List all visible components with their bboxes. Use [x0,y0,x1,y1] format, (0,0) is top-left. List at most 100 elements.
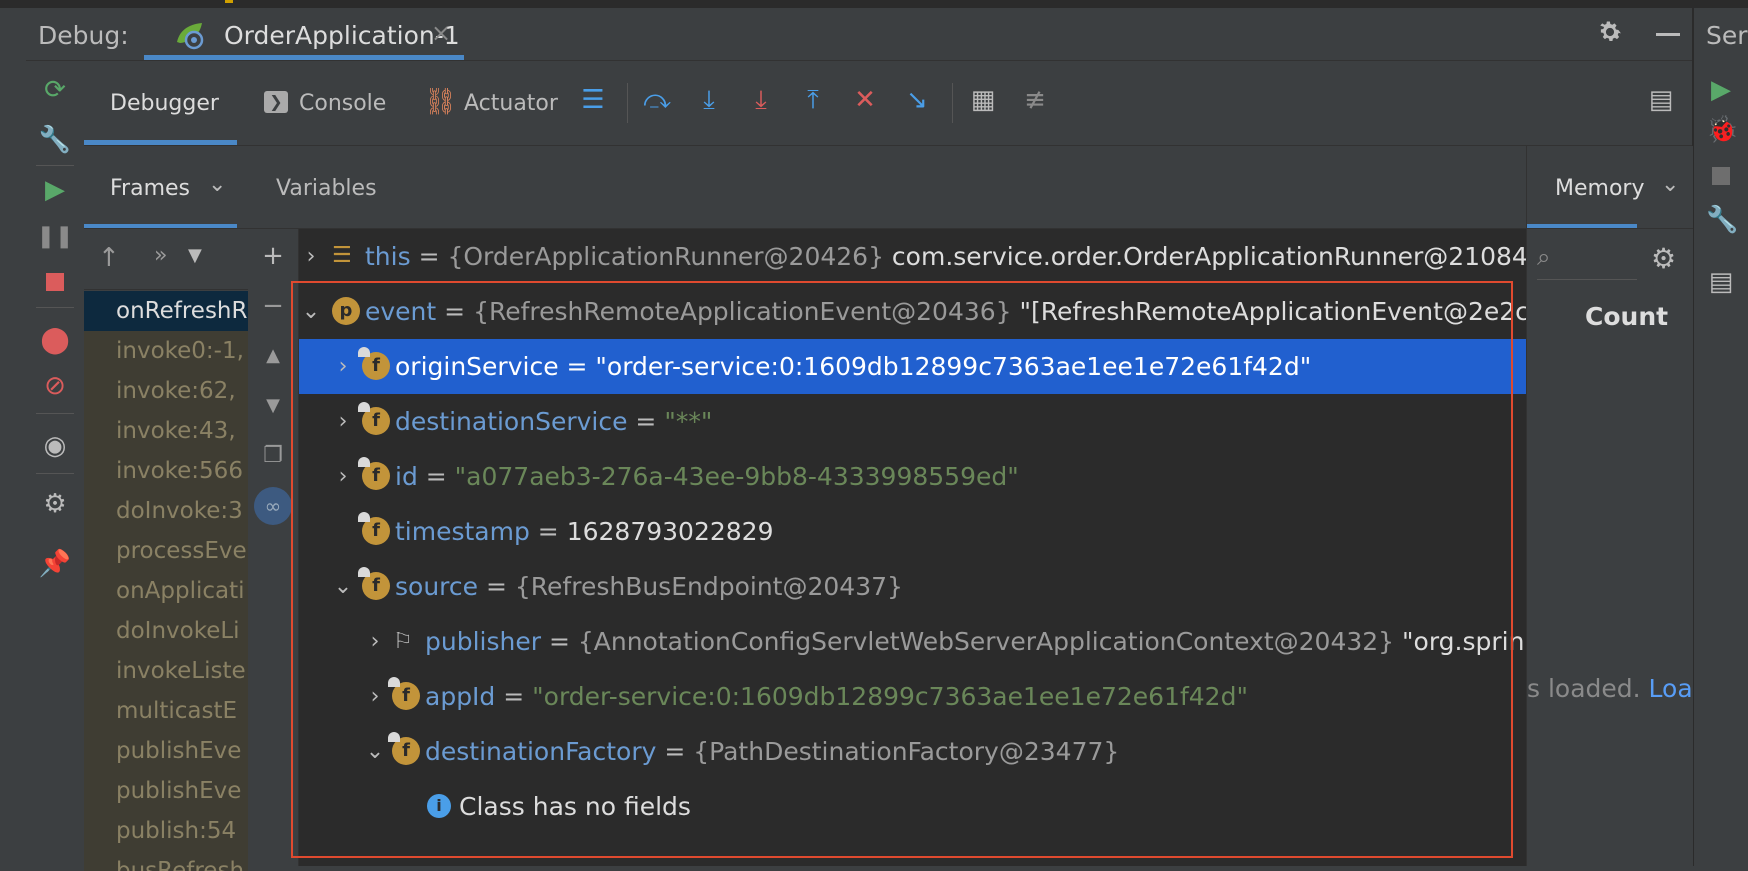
frame-item[interactable]: multicastE [84,691,248,731]
minimize-icon[interactable] [1656,33,1680,36]
gear-icon[interactable] [1596,18,1624,46]
frame-item[interactable]: processEve [84,531,248,571]
variable-type: {AnnotationConfigServletWebServerApplica… [577,627,1395,656]
evaluate-expression-icon[interactable]: ▦ [966,83,1000,117]
move-up-icon[interactable]: ▲ [258,341,288,371]
chevron-down-icon[interactable]: ⌄ [363,724,387,779]
memory-title[interactable]: Memory [1555,176,1644,201]
parameter-icon: p [332,297,360,325]
chevron-right-icon[interactable]: › [331,449,355,504]
wrench-icon[interactable]: 🔧 [1706,205,1738,235]
chevron-down-icon[interactable]: ⌄ [331,559,355,614]
add-watch-icon[interactable]: + [258,241,288,271]
chevron-down-icon[interactable]: ⌄ [299,284,323,339]
debug-icon[interactable]: 🐞 [1706,115,1738,145]
tab-console[interactable]: Console [299,91,386,116]
pin-icon[interactable]: 📌 [39,549,71,579]
frames-list: onRefreshR invoke0:-1, invoke:62, invoke… [84,291,248,871]
variable-row[interactable]: ⌄ p event = {RefreshRemoteApplicationEve… [299,284,1526,339]
pause-icon[interactable]: ❚❚ [37,221,74,251]
frame-item[interactable]: doInvoke:3 [84,491,248,531]
frame-item[interactable]: publish:54 [84,811,248,851]
chevron-down-icon[interactable]: ⌄ [1661,172,1679,197]
chevron-down-icon[interactable]: ⌄ [208,172,226,197]
frame-item[interactable]: busRefresh [84,851,248,871]
frame-item[interactable]: invoke:62, [84,371,248,411]
session-tab-underline [144,55,464,60]
show-watches-icon[interactable]: ∞ [254,487,292,525]
variable-row[interactable]: f timestamp = 1628793022829 [299,504,1526,559]
run-to-cursor-icon[interactable]: ↘ [900,83,934,117]
frames-underline [84,224,237,228]
variable-name: timestamp [395,517,530,546]
step-out-icon[interactable]: ⤒ [796,83,830,117]
chevron-right-icon[interactable]: › [363,669,387,724]
layout-icon[interactable]: ▤ [1706,267,1736,297]
variable-row[interactable]: › ☰ this = {OrderApplicationRunner@20426… [299,229,1526,284]
frames-layout-icon[interactable]: ☰ [576,83,610,117]
settings-icon[interactable]: ⚙ [40,489,70,519]
debug-tool-window-header: Debug: OrderApplication-1 × [26,8,1692,61]
drop-frame-icon[interactable]: ✕ [848,83,882,117]
frame-item[interactable]: invoke:43, [84,411,248,451]
layout-settings-icon[interactable]: ▤ [1644,83,1678,117]
frame-item[interactable]: doInvokeLi [84,611,248,651]
more-icon[interactable]: » [154,243,167,268]
mute-breakpoints-icon[interactable]: ⊘ [40,371,70,401]
variable-row[interactable]: › f destinationService = "**" [299,394,1526,449]
frame-item[interactable]: onRefreshR [84,291,248,331]
variable-row-selected[interactable]: › f originService = "order-service:0:160… [299,339,1526,394]
close-icon[interactable]: × [431,19,451,47]
chevron-right-icon[interactable]: › [363,614,387,669]
variable-type: {RefreshRemoteApplicationEvent@20436} [473,297,1012,326]
memory-search-input[interactable]: ⌕ [1537,241,1637,280]
load-classes-link[interactable]: Loa [1649,674,1693,703]
variables-gutter: + − ▲ ▼ ❐ ∞ [248,229,299,866]
stop-icon[interactable] [1706,161,1736,191]
count-column-header[interactable]: Count [1585,302,1668,331]
tab-debugger-underline [84,140,237,145]
chevron-right-icon[interactable]: › [299,229,323,284]
copy-icon[interactable]: ❐ [258,441,288,471]
variable-row[interactable]: ⌄ f destinationFactory = {PathDestinatio… [299,724,1526,779]
move-down-icon[interactable]: ▼ [258,391,288,421]
step-over-icon[interactable]: ⤓ [692,83,726,117]
trace-current-stream-icon[interactable]: ≢ [1018,83,1052,117]
step-into-icon[interactable]: ⤓ [744,83,778,117]
chevron-right-icon[interactable]: › [331,339,355,394]
show-execution-point-icon[interactable]: ⤼ [640,83,674,117]
frame-item[interactable]: invokeListe [84,651,248,691]
variables-panel: Variables + − ▲ ▼ ❐ ∞ › ☰ this = {OrderA… [248,146,1526,866]
resume-icon[interactable]: ▶ [40,175,70,205]
rerun-icon[interactable]: ⟳ [40,75,70,105]
variables-header: Variables [248,146,1526,229]
dropdown-icon[interactable]: ▼ [188,245,202,266]
variable-row[interactable]: › f id = "a077aeb3-276a-43ee-9bb8-433399… [299,449,1526,504]
remove-watch-icon[interactable]: − [258,291,288,321]
frame-item[interactable]: invoke:566 [84,451,248,491]
wrench-icon[interactable]: 🔧 [39,125,71,155]
variable-type: {PathDestinationFactory@23477} [693,737,1120,766]
variable-value: com.service.order.OrderApplicationRunner… [883,242,1526,271]
camera-icon[interactable]: ◉ [40,431,70,461]
tab-debugger[interactable]: Debugger [110,91,219,116]
variable-row[interactable]: › f appId = "order-service:0:1609db12899… [299,669,1526,724]
run-icon[interactable]: ▶ [1706,75,1736,105]
frame-item[interactable]: publishEve [84,731,248,771]
variable-row[interactable]: › ⚐ publisher = {AnnotationConfigServlet… [299,614,1526,669]
flag-icon: ⚐ [393,629,413,654]
chevron-right-icon[interactable]: › [331,394,355,449]
frames-title[interactable]: Frames [110,176,190,201]
gear-icon[interactable]: ⚙ [1651,242,1676,275]
field-icon: f [358,567,390,600]
session-tab[interactable]: OrderApplication-1 × [144,8,464,60]
variable-row[interactable]: ⌄ f source = {RefreshBusEndpoint@20437} [299,559,1526,614]
tab-actuator[interactable]: Actuator [464,91,558,116]
variable-name: destinationService [395,407,628,436]
stop-icon[interactable] [40,267,70,297]
view-breakpoints-icon[interactable]: ⬤ [40,325,70,355]
frame-item[interactable]: publishEve [84,771,248,811]
frame-item[interactable]: onApplicati [84,571,248,611]
frame-item[interactable]: invoke0:-1, [84,331,248,371]
up-arrow-icon[interactable]: ↑ [98,243,120,273]
